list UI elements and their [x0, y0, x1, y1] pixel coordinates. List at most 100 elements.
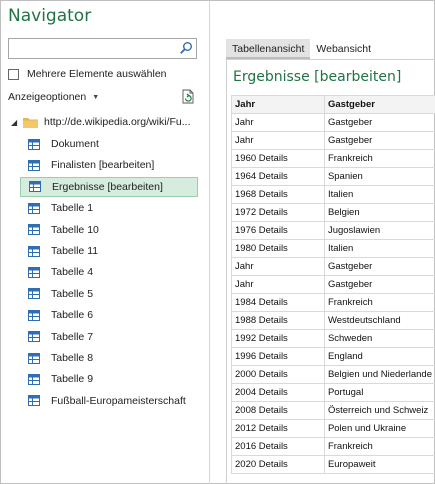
table-cell: Gastgeber: [323, 257, 435, 276]
table-cell: Portugal: [323, 383, 435, 402]
table-icon: [28, 266, 40, 278]
table-icon: [28, 245, 40, 257]
tree-item[interactable]: Tabelle 7: [28, 327, 198, 347]
table-row: 1960 Details Frankreich: [231, 149, 435, 168]
table-row: 1992 Details Schweden: [231, 329, 435, 348]
tab-table-view[interactable]: Tabellenansicht: [226, 39, 311, 59]
search-input[interactable]: [9, 39, 174, 59]
tree-item-label: Tabelle 8: [51, 352, 94, 364]
table-cell: 2004 Details: [231, 383, 325, 402]
table-icon: [28, 352, 40, 364]
table-cell: Gastgeber: [323, 113, 435, 132]
table-cell: 1984 Details: [231, 293, 325, 312]
tree-item-label: Finalisten [bearbeiten]: [51, 159, 155, 172]
tree-item[interactable]: Tabelle 5: [28, 284, 198, 304]
pane-splitter[interactable]: [209, 1, 210, 484]
table-row: Jahr Gastgeber: [231, 131, 435, 150]
table-cell: Jahr: [231, 275, 325, 294]
table-cell: 1988 Details: [231, 311, 325, 330]
display-options-dropdown[interactable]: Anzeigeoptionen ▼: [8, 91, 99, 103]
tree-item-label: Tabelle 1: [51, 202, 94, 215]
tree-item-label: Tabelle 11: [51, 245, 99, 257]
table-row: 2012 Details Polen und Ukraine: [231, 419, 435, 438]
tree-item[interactable]: Tabelle 9: [28, 369, 198, 389]
table-cell: 2016 Details: [231, 437, 325, 456]
table-cell: Frankreich: [323, 149, 435, 168]
table-row: 1964 Details Spanien: [231, 167, 435, 186]
table-cell: Gastgeber: [323, 131, 435, 150]
table-icon: [28, 373, 40, 385]
table-row: 1988 Details Westdeutschland: [231, 311, 435, 330]
tree-item[interactable]: Tabelle 10: [28, 220, 198, 240]
tree-item-label: Tabelle 9: [51, 373, 94, 386]
table-row: 2000 Details Belgien und Niederlande: [231, 365, 435, 384]
table-header-row: Jahr Gastgeber: [231, 95, 435, 114]
table-cell: Belgien und Niederlande: [323, 365, 435, 384]
table-row: Jahr Gastgeber: [231, 113, 435, 132]
tree-item[interactable]: Finalisten [bearbeiten]: [28, 155, 198, 175]
table-cell: Gastgeber: [323, 275, 435, 294]
table-cell: Polen und Ukraine: [323, 419, 435, 438]
folder-icon: [23, 117, 38, 128]
tree-item[interactable]: Tabelle 11: [28, 241, 198, 261]
tree-item-label: Dokument: [51, 138, 99, 150]
table-icon: [28, 202, 40, 214]
multi-select-option[interactable]: Mehrere Elemente auswählen: [8, 68, 167, 80]
window-title: Navigator: [8, 6, 92, 26]
table-cell: Belgien: [323, 203, 435, 222]
table-row: 2004 Details Portugal: [231, 383, 435, 402]
table-cell: Jahr: [231, 257, 325, 276]
expand-arrow-icon[interactable]: ◢: [11, 118, 23, 127]
table-icon: [28, 159, 40, 171]
tree-root-node[interactable]: ◢ http://de.wikipedia.org/wiki/Fu...: [11, 114, 190, 130]
column-header[interactable]: Jahr: [231, 95, 325, 114]
table-cell: 1972 Details: [231, 203, 325, 222]
tab-web-view[interactable]: Webansicht: [310, 39, 377, 59]
table-cell: 1996 Details: [231, 347, 325, 366]
table-cell: 2012 Details: [231, 419, 325, 438]
table-cell: Österreich und Schweiz: [323, 401, 435, 420]
table-cell: 2020 Details: [231, 455, 325, 474]
table-row: 1980 Details Italien: [231, 239, 435, 258]
table-cell: 2008 Details: [231, 401, 325, 420]
preview-table: Jahr Gastgeber Jahr Gastgeber Jahr Gastgebe…: [231, 95, 435, 474]
tree-root-label: http://de.wikipedia.org/wiki/Fu...: [44, 116, 191, 128]
caret-down-icon: ▼: [92, 93, 100, 101]
table-cell: 1976 Details: [231, 221, 325, 240]
tree-item-label: Tabelle 10: [51, 223, 99, 236]
column-header[interactable]: Gastgeber: [323, 95, 435, 114]
tree-item[interactable]: Fußball-Europameisterschaft: [28, 391, 198, 411]
search-box[interactable]: [8, 38, 197, 59]
tree-item-label: Tabelle 4: [51, 266, 94, 279]
table-cell: Frankreich: [323, 293, 435, 312]
navigator-window: Navigator Mehrere Elemente auswählen Anz…: [0, 0, 435, 484]
table-icon: [28, 288, 40, 300]
table-cell: Jahr: [231, 131, 325, 150]
refresh-icon[interactable]: [181, 89, 195, 104]
multi-select-checkbox[interactable]: [8, 68, 19, 80]
table-cell: 1980 Details: [231, 239, 325, 258]
table-icon: [28, 395, 40, 407]
table-cell: Jugoslawien: [323, 221, 435, 240]
tree-item[interactable]: Dokument: [28, 134, 198, 154]
table-cell: 1968 Details: [231, 185, 325, 204]
tree-item-label: Tabelle 5: [51, 287, 94, 300]
table-icon: [28, 224, 40, 236]
table-cell: Italien: [323, 185, 435, 204]
table-row: 2020 Details Europaweit: [231, 455, 435, 474]
table-row: 1968 Details Italien: [231, 185, 435, 204]
tree-item[interactable]: Ergebnisse [bearbeiten]: [20, 176, 198, 197]
table-row: 1984 Details Frankreich: [231, 293, 435, 312]
table-icon: [29, 181, 41, 193]
tree-item[interactable]: Tabelle 4: [28, 262, 198, 282]
tree-item[interactable]: Tabelle 8: [28, 348, 198, 368]
table-row: 1996 Details England: [231, 347, 435, 366]
table-row: 1976 Details Jugoslawien: [231, 221, 435, 240]
tree-item[interactable]: Tabelle 6: [28, 305, 198, 325]
preview-border: [226, 59, 227, 484]
table-row: 1972 Details Belgien: [231, 203, 435, 222]
search-icon[interactable]: [179, 41, 193, 55]
table-cell: Europaweit: [323, 455, 435, 474]
tree-item[interactable]: Tabelle 1: [28, 198, 198, 218]
display-options-label: Anzeigeoptionen: [8, 91, 87, 103]
